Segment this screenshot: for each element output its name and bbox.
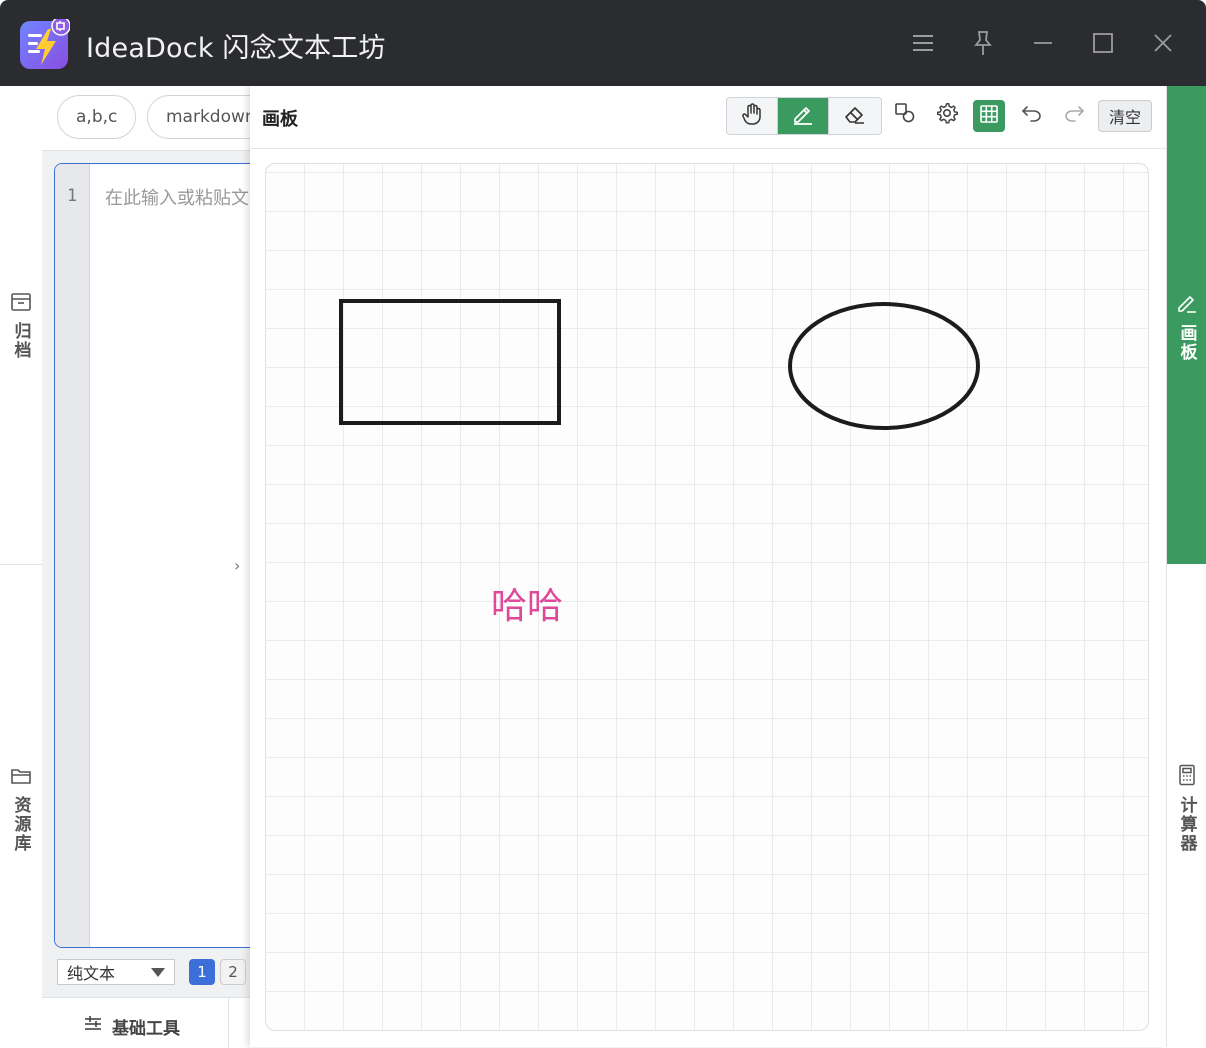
line-number: 1 [66,186,78,206]
calculator-icon [1177,764,1197,790]
folder-icon [10,766,32,790]
redo-button[interactable] [1058,99,1090,131]
app-window: IdeaDock 闪念文本工坊 归档 资源库 a,b,c markdown 1 … [0,0,1206,1048]
grid-icon [979,104,999,128]
chevron-right-icon[interactable]: › [234,556,240,575]
minimize-icon[interactable] [1028,28,1058,58]
bottom-tab-label: 基础工具 [112,1019,180,1039]
drawn-rectangle[interactable] [339,299,561,425]
chip-markdown[interactable]: markdown [147,95,252,139]
eraser-tool-button[interactable] [829,98,880,134]
pin-icon[interactable] [968,28,998,58]
drawing-board-panel: 画板 清空 哈哈 [250,86,1166,1047]
left-rail: 归档 资源库 [0,86,43,1047]
page-button-2[interactable]: 2 [220,959,246,985]
line-gutter: 1 [55,164,90,947]
board-title: 画板 [262,109,298,130]
menu-icon[interactable] [908,28,938,58]
canvas-text[interactable]: 哈哈 [491,577,563,629]
shapes-icon [894,102,916,128]
tool-group [726,97,882,135]
rail-item-archive-label: 归档 [10,322,31,360]
bottom-tab-basic-tools[interactable]: 基础工具 [42,997,252,1048]
editor-panel: a,b,c markdown 1 在此输入或粘贴文 › 纯文本 1 2 基础工具 [42,86,260,1048]
grid-toggle-button[interactable] [973,100,1005,132]
settings-button[interactable] [931,99,963,131]
page-button-1[interactable]: 1 [189,959,215,985]
editor-placeholder: 在此输入或粘贴文 [105,188,249,209]
rail-divider [0,564,42,565]
undo-button[interactable] [1016,99,1048,131]
drawn-ellipse[interactable] [788,302,980,430]
pen-icon [1176,292,1198,318]
settings-icon [935,101,959,129]
rail-item-drawing-board[interactable]: 画板 [1167,292,1206,362]
chip-abc[interactable]: a,b,c [57,95,137,139]
bottom-tab-separator [228,998,229,1048]
board-header: 画板 清空 [250,86,1166,149]
chevron-down-icon [151,968,165,977]
hand-icon [740,102,764,130]
shapes-button[interactable] [889,99,921,131]
undo-icon [1021,103,1043,127]
app-logo-lightning-icon [20,16,71,69]
chips-row: a,b,c markdown [42,86,252,151]
mode-select-value: 纯文本 [67,964,116,983]
rail-item-calculator[interactable]: 计算器 [1167,764,1206,853]
right-rail: 画板 计算器 [1166,86,1206,1047]
drawing-canvas[interactable]: 哈哈 [265,163,1149,1031]
bottom-tab-label-group: 基础工具 [84,1014,180,1039]
maximize-icon[interactable] [1088,28,1118,58]
close-icon[interactable] [1148,28,1178,58]
text-editor[interactable]: 1 在此输入或粘贴文 [54,163,260,948]
canvas-shapes-layer [339,299,980,430]
rail-item-drawing-board-label: 画板 [1176,324,1197,362]
title-bar[interactable]: IdeaDock 闪念文本工坊 [0,0,1206,86]
hand-tool-button[interactable] [727,98,778,134]
pen-icon [791,102,815,130]
rail-item-resources[interactable]: 资源库 [0,766,42,853]
rail-item-archive[interactable]: 归档 [0,292,42,360]
pen-tool-button[interactable] [778,98,829,134]
sliders-icon [84,1016,102,1037]
clear-button[interactable]: 清空 [1098,100,1152,132]
eraser-icon [843,102,867,130]
archive-icon [10,292,32,316]
rail-item-calculator-label: 计算器 [1176,796,1197,853]
app-title: IdeaDock 闪念文本工坊 [86,33,386,64]
mode-select[interactable]: 纯文本 [57,959,175,985]
redo-icon [1063,103,1085,127]
rail-item-resources-label: 资源库 [10,796,31,853]
